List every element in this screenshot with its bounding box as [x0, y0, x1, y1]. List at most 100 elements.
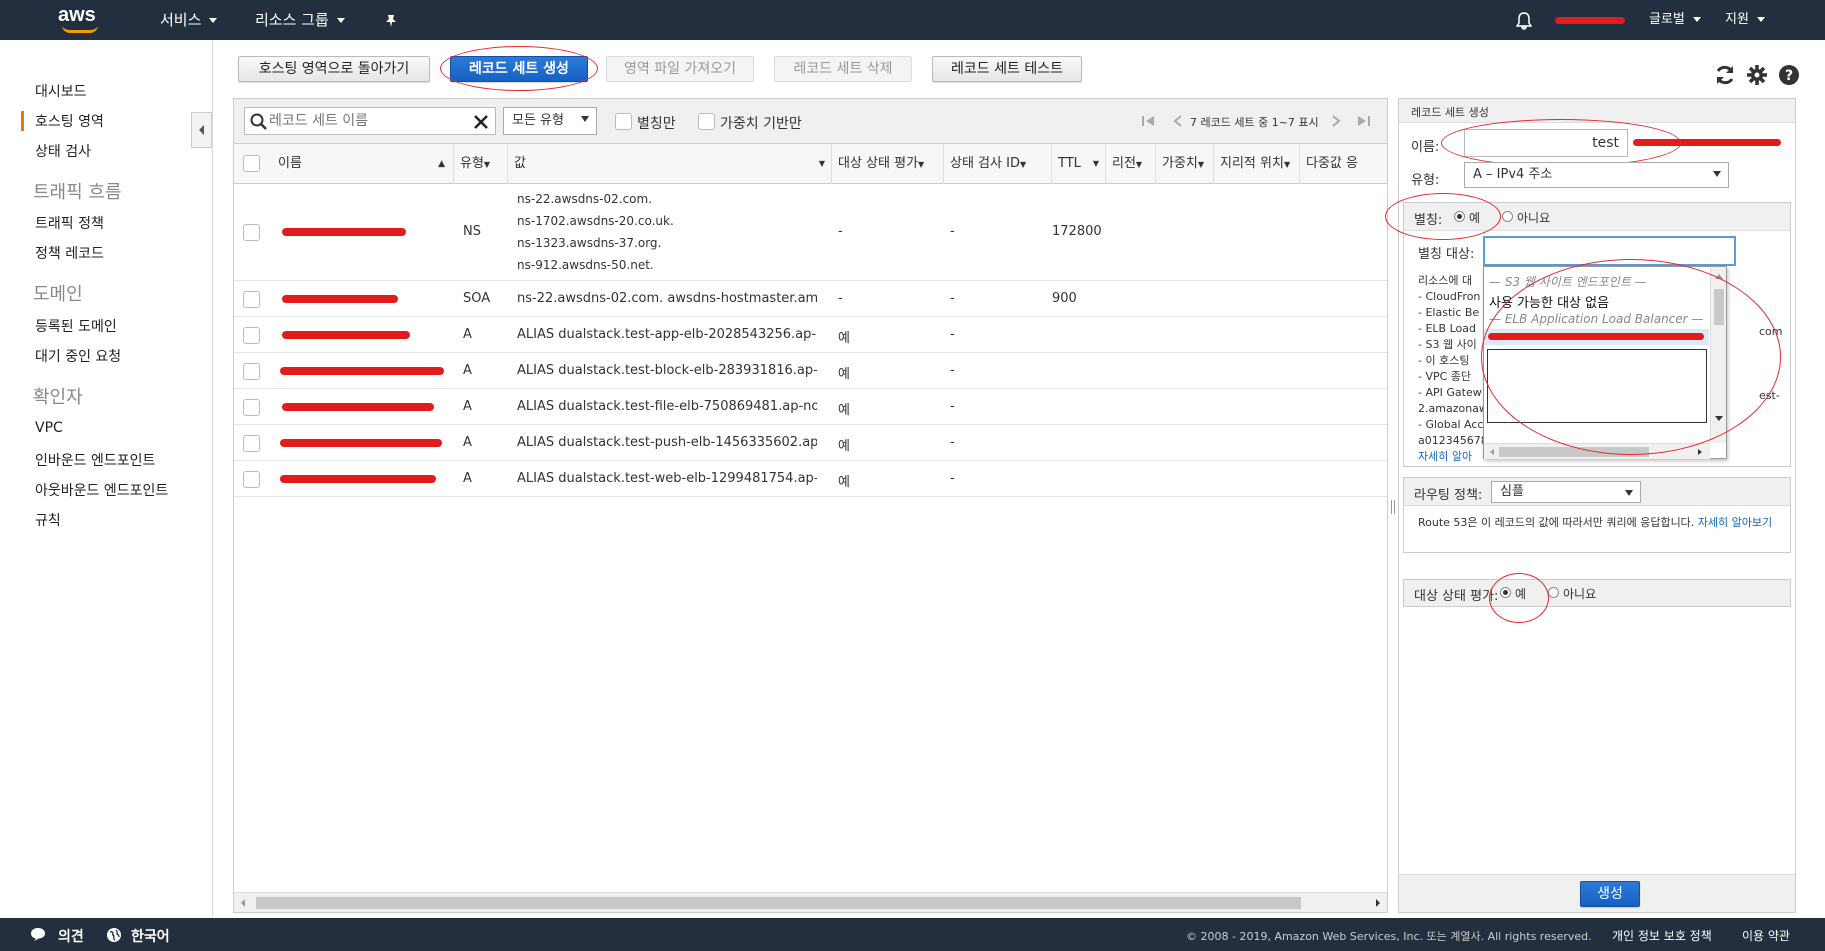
health-check-id: - — [950, 224, 955, 239]
dropdown-horizontal-scrollbar[interactable] — [1484, 443, 1710, 459]
alias-target-input[interactable] — [1483, 236, 1736, 266]
table-row[interactable]: SOA ns-22.awsdns-02.com. awsdns-hostmast… — [234, 281, 1387, 317]
scroll-left-icon[interactable] — [239, 898, 247, 908]
sidebar-item-pending-requests[interactable]: 대기 중인 요청 — [35, 346, 121, 366]
feedback-speech-bubble-icon[interactable] — [30, 927, 46, 942]
create-record-set-button[interactable]: 레코드 세트 생성 — [450, 56, 588, 82]
row-checkbox[interactable] — [243, 399, 260, 416]
record-type-select[interactable]: A – IPv4 주소 — [1464, 162, 1729, 188]
sidebar-item-dashboard[interactable]: 대시보드 — [35, 81, 87, 101]
scroll-up-icon[interactable] — [1714, 272, 1724, 280]
scroll-left-icon[interactable] — [1488, 448, 1496, 456]
row-checkbox[interactable] — [243, 435, 260, 452]
dropdown-option-elb[interactable] — [1484, 329, 1709, 345]
sidebar-collapse-button[interactable] — [191, 112, 212, 148]
sidebar-item-vpc[interactable]: VPC — [35, 420, 63, 436]
pin-icon[interactable] — [384, 0, 398, 40]
clear-icon[interactable] — [473, 114, 489, 130]
column-header-weight[interactable]: 가중치▼ — [1156, 144, 1214, 184]
language-selector[interactable]: 한국어 — [131, 926, 170, 946]
column-header-type[interactable]: 유형▼ — [454, 144, 508, 184]
dropdown-option-blank[interactable] — [1487, 349, 1707, 423]
import-zone-file-button[interactable]: 영역 파일 가져오기 — [606, 56, 754, 82]
panel-resize-handle[interactable] — [1391, 500, 1395, 514]
last-page-icon[interactable] — [1356, 113, 1372, 129]
column-header-geolocation[interactable]: 지리적 위치▼ — [1214, 144, 1300, 184]
settings-gear-icon[interactable] — [1746, 64, 1768, 89]
resource-groups-menu[interactable]: 리소스 그룹 — [255, 0, 345, 40]
help-icon[interactable]: ? — [1778, 64, 1800, 89]
first-page-icon[interactable] — [1140, 113, 1156, 129]
routing-policy-select[interactable]: 심플 — [1491, 481, 1641, 503]
target-health: - — [838, 224, 843, 239]
back-to-hosted-zones-button[interactable]: 호스팅 영역으로 돌아가기 — [238, 56, 430, 82]
learn-more-link[interactable]: 자세히 알아보기 — [1698, 516, 1772, 529]
scrollbar-thumb[interactable] — [1499, 447, 1649, 457]
scroll-right-icon[interactable] — [1696, 448, 1704, 456]
column-header-value[interactable]: 값 ▼ — [508, 144, 832, 184]
alias-yes-radio[interactable] — [1454, 211, 1465, 222]
sidebar-item-hosted-zones[interactable]: 호스팅 영역 — [35, 111, 104, 131]
table-row[interactable]: A ALIAS dualstack.test-file-elb-75086948… — [234, 389, 1387, 425]
evaluate-target-health-section: 대상 상태 평가: 예 아니요 — [1403, 579, 1791, 607]
aws-logo[interactable]: aws — [58, 4, 108, 34]
dropdown-vertical-scrollbar[interactable] — [1710, 267, 1726, 443]
table-row[interactable]: A ALIAS dualstack.test-block-elb-2839318… — [234, 353, 1387, 389]
record-name-input[interactable]: test — [1464, 129, 1628, 157]
horizontal-scrollbar[interactable] — [234, 892, 1387, 912]
select-all-checkbox[interactable] — [243, 155, 260, 172]
previous-page-icon[interactable] — [1172, 113, 1184, 129]
sidebar-item-inbound-endpoints[interactable]: 인바운드 엔드포인트 — [35, 450, 155, 470]
refresh-icon[interactable] — [1714, 64, 1736, 89]
sidebar-item-outbound-endpoints[interactable]: 아웃바운드 엔드포인트 — [35, 480, 168, 500]
next-page-icon[interactable] — [1330, 113, 1342, 129]
row-checkbox[interactable] — [243, 327, 260, 344]
record-search-box[interactable] — [244, 107, 496, 135]
table-row[interactable]: A ALIAS dualstack.test-web-elb-129948175… — [234, 461, 1387, 497]
column-header-target-health[interactable]: 대상 상태 평가▼ — [832, 144, 944, 184]
sidebar-item-rules[interactable]: 규칙 — [35, 510, 61, 530]
column-header-ttl[interactable]: TTL ▼ — [1052, 144, 1106, 184]
column-header-name[interactable]: 이름 ▲ — [272, 144, 454, 184]
bell-icon[interactable] — [1515, 0, 1533, 40]
routing-description-text: Route 53은 이 레코드의 값에 따라서만 쿼리에 응답합니다. — [1418, 516, 1695, 529]
table-row[interactable]: NS ns-22.awsdns-02.com. ns-1702.awsdns-2… — [234, 184, 1387, 281]
row-checkbox[interactable] — [243, 224, 260, 241]
region-menu[interactable]: 글로벌 — [1649, 0, 1701, 40]
scrollbar-thumb[interactable] — [256, 897, 1301, 909]
target-health-yes-radio[interactable] — [1500, 587, 1511, 598]
services-menu[interactable]: 서비스 — [160, 0, 218, 40]
feedback-link[interactable]: 의견 — [58, 926, 84, 946]
target-health-no-radio[interactable] — [1548, 587, 1559, 598]
type-filter-select[interactable]: 모든 유형 — [503, 107, 597, 135]
search-input[interactable] — [269, 111, 469, 131]
sidebar-item-traffic-policies[interactable]: 트래픽 정책 — [35, 213, 104, 233]
column-header-multivalue[interactable]: 다중값 응 — [1300, 144, 1387, 184]
table-row[interactable]: A ALIAS dualstack.test-push-elb-14563356… — [234, 425, 1387, 461]
learn-more-link[interactable]: 자세히 알아 — [1418, 449, 1488, 465]
weighted-only-checkbox[interactable] — [698, 113, 715, 130]
sidebar-item-policy-records[interactable]: 정책 레코드 — [35, 243, 104, 263]
row-checkbox[interactable] — [243, 471, 260, 488]
terms-of-use-link[interactable]: 이용 약관 — [1742, 927, 1790, 944]
sidebar-item-registered-domains[interactable]: 등록된 도메인 — [35, 316, 117, 336]
dropdown-option-none[interactable]: 사용 가능한 대상 없음 — [1489, 292, 1609, 311]
globe-icon[interactable] — [106, 927, 122, 943]
create-button[interactable]: 생성 — [1580, 881, 1640, 907]
row-checkbox[interactable] — [243, 291, 260, 308]
scrollbar-thumb[interactable] — [1714, 289, 1724, 325]
support-menu[interactable]: 지원 — [1725, 0, 1765, 40]
sidebar-item-health-checks[interactable]: 상태 검사 — [35, 141, 91, 161]
alias-no-radio[interactable] — [1502, 211, 1513, 222]
scroll-right-icon[interactable] — [1374, 898, 1382, 908]
alias-only-checkbox[interactable] — [615, 113, 632, 130]
account-name-redacted[interactable] — [1555, 17, 1625, 24]
column-header-region[interactable]: 리전▼ — [1106, 144, 1156, 184]
row-checkbox[interactable] — [243, 363, 260, 380]
privacy-policy-link[interactable]: 개인 정보 보호 정책 — [1612, 927, 1712, 944]
table-row[interactable]: A ALIAS dualstack.test-app-elb-202854325… — [234, 317, 1387, 353]
delete-record-set-button[interactable]: 레코드 세트 삭제 — [774, 56, 912, 82]
column-header-health-check-id[interactable]: 상태 검사 ID▼ — [944, 144, 1052, 184]
test-record-set-button[interactable]: 레코드 세트 테스트 — [932, 56, 1082, 82]
scroll-down-icon[interactable] — [1714, 415, 1724, 423]
